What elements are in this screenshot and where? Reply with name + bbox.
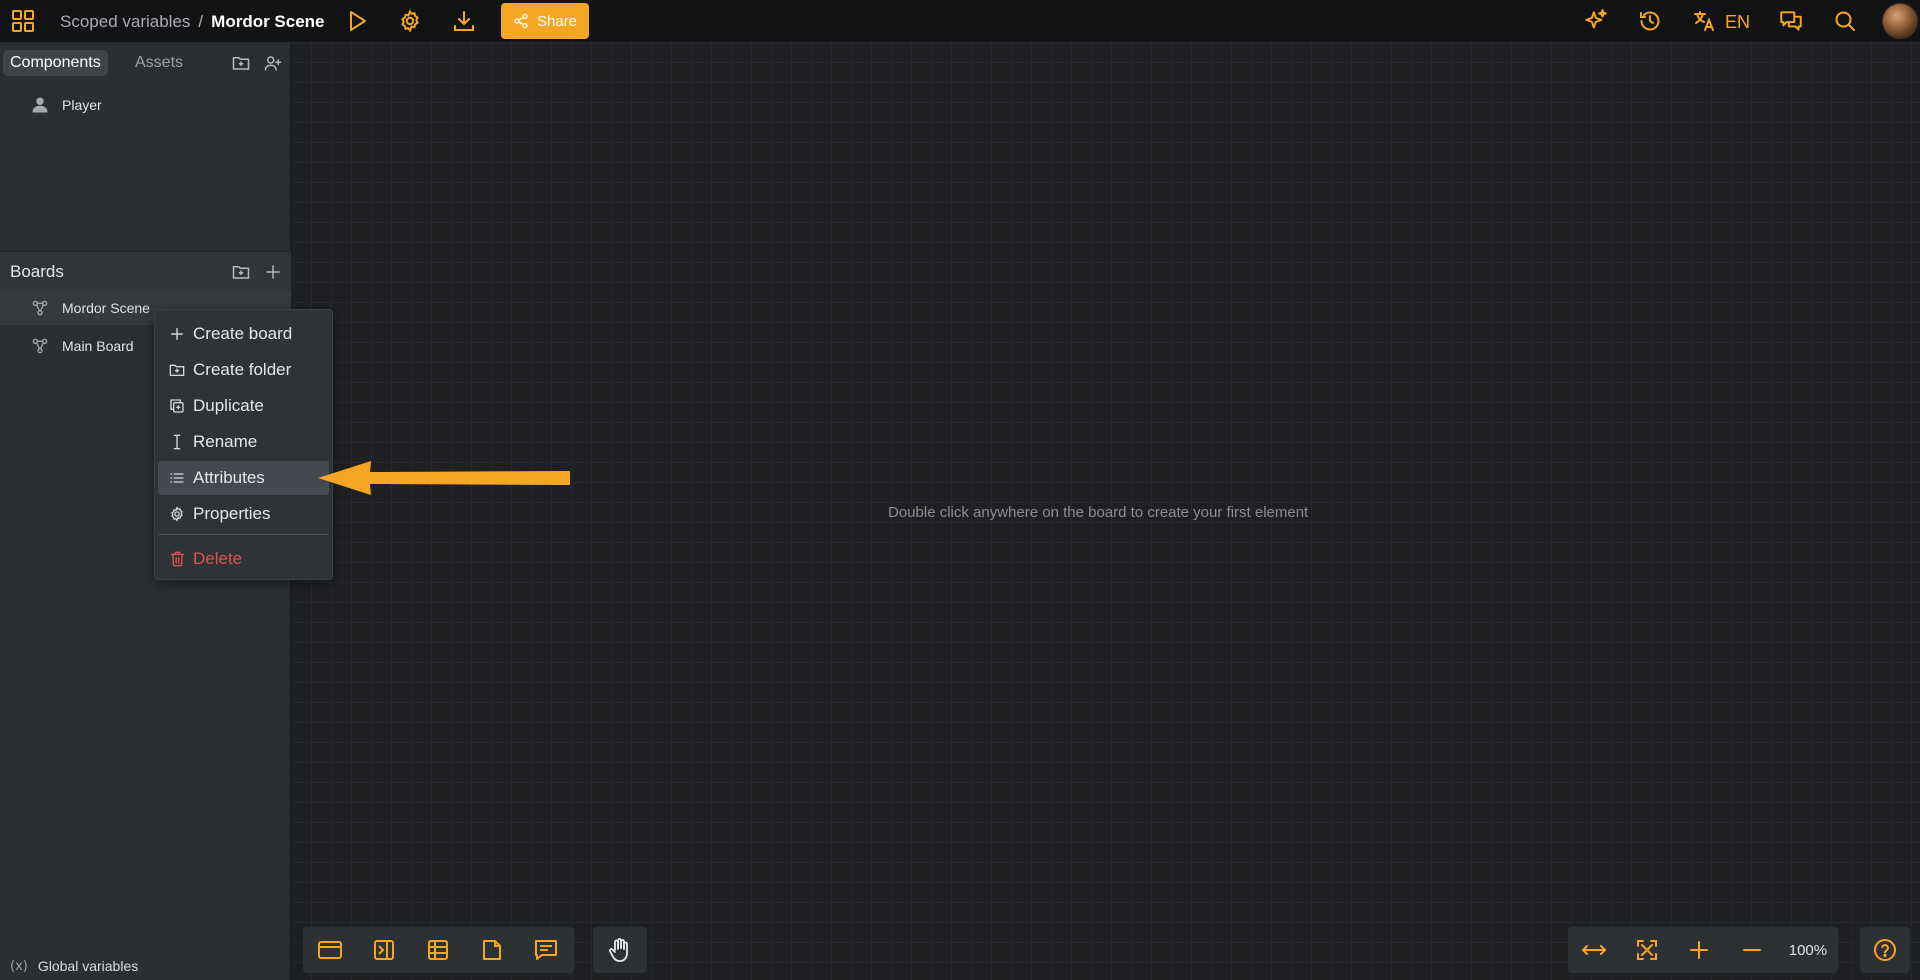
menu-item-label: Duplicate (193, 396, 264, 415)
tab-assets[interactable]: Assets (128, 50, 190, 76)
board-canvas[interactable]: Double click anywhere on the board to cr… (292, 43, 1920, 980)
menu-item-attributes[interactable]: Attributes (158, 461, 329, 495)
menu-item-label: Properties (193, 504, 271, 523)
jump-node-icon[interactable] (357, 927, 411, 973)
board-context-menu: Create board Create folder Duplicate Ren… (154, 309, 333, 580)
trash-icon (168, 550, 186, 568)
add-folder-icon[interactable] (230, 52, 252, 74)
share-label: Share (536, 12, 578, 30)
menu-item-label: Rename (193, 432, 258, 451)
user-avatar[interactable] (1882, 3, 1918, 39)
search-icon[interactable] (1832, 8, 1858, 34)
fit-screen-icon[interactable] (1620, 927, 1672, 973)
language-selector[interactable]: EN (1725, 12, 1750, 33)
menu-item-create-folder[interactable]: Create folder (158, 353, 329, 387)
top-bar: Scoped variables / Mordor Scene Share EN (0, 0, 1920, 43)
translate-icon[interactable] (1691, 8, 1717, 34)
component-item-player[interactable]: Player (0, 88, 291, 122)
breadcrumb-separator: / (198, 12, 204, 31)
boards-title: Boards (10, 262, 64, 281)
zoom-out-icon[interactable] (1725, 927, 1777, 973)
global-variables-label: Global variables (37, 958, 139, 974)
comment-node-icon[interactable] (519, 927, 573, 973)
table-node-icon[interactable] (411, 927, 465, 973)
hand-tool (593, 927, 647, 973)
menu-item-label: Delete (193, 549, 243, 568)
gear-icon (168, 505, 186, 523)
menu-item-rename[interactable]: Rename (158, 425, 329, 459)
share-icon (513, 13, 529, 29)
text-cursor-icon (168, 433, 186, 451)
help-toolbar (1860, 927, 1910, 973)
menu-item-duplicate[interactable]: Duplicate (158, 389, 329, 423)
menu-item-label: Create folder (193, 360, 292, 379)
help-icon[interactable] (1860, 927, 1910, 973)
play-icon[interactable] (344, 8, 370, 34)
annotation-arrow (318, 460, 572, 496)
add-board-plus-icon[interactable] (262, 261, 284, 283)
board-graph-icon (30, 336, 50, 356)
hand-icon[interactable] (593, 927, 647, 973)
component-label: Player (62, 97, 102, 113)
duplicate-icon (168, 397, 186, 415)
sidebar-tabs: Components Assets (0, 43, 291, 83)
global-variables-button[interactable]: (x) Global variables (10, 958, 138, 974)
breadcrumb-project[interactable]: Scoped variables (60, 12, 190, 31)
note-node-icon[interactable] (465, 927, 519, 973)
tab-components[interactable]: Components (3, 50, 108, 76)
board-graph-icon (30, 298, 50, 318)
add-component-icon[interactable] (262, 52, 284, 74)
boards-header: Boards (0, 251, 291, 291)
menu-item-properties[interactable]: Properties (158, 497, 329, 531)
ai-sparkle-icon[interactable] (1583, 8, 1609, 34)
add-board-folder-icon[interactable] (230, 261, 252, 283)
plus-icon (168, 325, 186, 343)
folder-plus-icon (168, 361, 186, 379)
menu-item-delete[interactable]: Delete (158, 542, 329, 576)
breadcrumb: Scoped variables / Mordor Scene (60, 12, 325, 32)
board-label: Main Board (62, 338, 134, 354)
zoom-in-icon[interactable] (1673, 927, 1725, 973)
history-icon[interactable] (1637, 8, 1663, 34)
share-button[interactable]: Share (501, 3, 589, 39)
board-label: Mordor Scene (62, 300, 150, 316)
menu-item-create-board[interactable]: Create board (158, 317, 329, 351)
zoom-toolbar: 100% (1568, 927, 1838, 973)
board-empty-hint: Double click anywhere on the board to cr… (888, 504, 1309, 521)
node-toolbar (303, 927, 574, 973)
variable-icon: (x) (10, 958, 28, 974)
user-icon (30, 95, 50, 115)
list-icon (168, 469, 186, 487)
breadcrumb-current-board: Mordor Scene (211, 12, 325, 31)
zoom-level[interactable]: 100% (1778, 942, 1838, 959)
menu-item-label: Create board (193, 324, 293, 343)
apps-grid-icon[interactable] (10, 8, 36, 34)
fit-width-icon[interactable] (1568, 927, 1620, 973)
dialogue-node-icon[interactable] (303, 927, 357, 973)
menu-divider (158, 534, 329, 535)
download-icon[interactable] (451, 8, 477, 34)
settings-gear-icon[interactable] (397, 8, 423, 34)
comments-icon[interactable] (1778, 8, 1804, 34)
menu-item-label: Attributes (193, 468, 265, 487)
